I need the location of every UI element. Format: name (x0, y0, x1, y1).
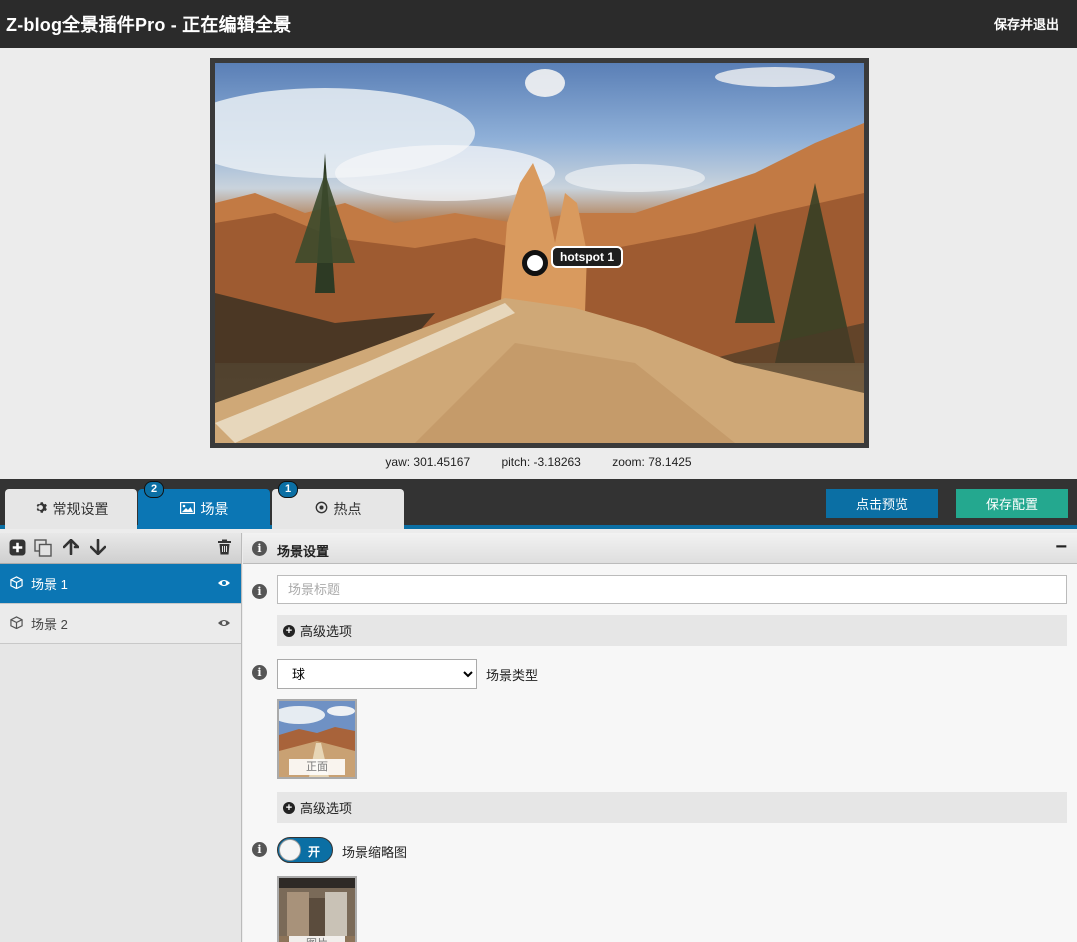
add-scene-icon[interactable] (8, 539, 26, 557)
scene-type-label: 场景类型 (486, 668, 539, 683)
hotspot-marker[interactable] (522, 250, 548, 276)
plus-circle-icon: + (283, 801, 295, 814)
view-coordinates: yaw: 301.45167 pitch: -3.18263 zoom: 78.… (0, 455, 1077, 469)
gear-icon (34, 501, 47, 517)
panorama-image[interactable]: hotspot 1 (215, 63, 864, 443)
save-and-exit-button[interactable]: 保存并退出 (994, 14, 1059, 33)
scene-settings-panel: i 场景设置 − i + 高级选项 i 球 场景类型 正面 + 高级选项 i 开… (243, 533, 1077, 942)
info-icon: i (252, 541, 267, 556)
copy-scene-icon[interactable] (34, 539, 52, 557)
advanced-options-label: 高级选项 (300, 624, 353, 639)
scene-toolbar (0, 533, 241, 564)
thumbnail-caption: 图片 (289, 936, 345, 942)
tab-hotspots[interactable]: 1 热点 (272, 481, 404, 529)
target-icon (315, 501, 328, 517)
image-icon (179, 501, 195, 517)
info-icon: i (252, 584, 267, 599)
tab-label: 场景 (200, 501, 229, 517)
thumbnail-toggle[interactable]: 开 (277, 837, 333, 863)
toggle-knob (279, 839, 301, 861)
pitch-readout: pitch: -3.18263 (501, 455, 581, 469)
advanced-options-toggle[interactable]: + 高级选项 (277, 615, 1067, 646)
tab-label: 热点 (333, 501, 362, 517)
move-down-icon[interactable] (89, 538, 107, 557)
plus-circle-icon: + (283, 624, 295, 637)
zoom-readout: zoom: 78.1425 (612, 455, 692, 469)
scene-list-item-2[interactable]: 场景 2 (0, 604, 241, 644)
page-title: Z-blog全景插件Pro - 正在编辑全景 (6, 15, 292, 35)
front-face-image[interactable]: 正面 (277, 699, 357, 779)
tab-general-settings[interactable]: 常规设置 (5, 489, 137, 529)
tab-scenes[interactable]: 2 场景 (138, 481, 270, 529)
hotspot-count-badge: 1 (278, 481, 298, 498)
thumbnail-image[interactable]: 图片 (277, 876, 357, 942)
toggle-text: 开 (308, 845, 321, 859)
info-icon: i (252, 842, 267, 857)
scene-title-input[interactable] (277, 575, 1067, 604)
preview-button[interactable]: 点击预览 (826, 489, 938, 518)
scene-list-item-1[interactable]: 场景 1 (0, 564, 241, 604)
cube-icon (10, 615, 23, 632)
scene-settings-header[interactable]: i 场景设置 − (243, 533, 1077, 564)
info-icon: i (252, 665, 267, 680)
yaw-readout: yaw: 301.45167 (385, 455, 471, 469)
tab-label: 常规设置 (52, 501, 109, 517)
save-config-button[interactable]: 保存配置 (956, 489, 1068, 518)
collapse-icon[interactable]: − (1055, 536, 1067, 559)
section-title: 场景设置 (277, 544, 330, 559)
eye-icon[interactable] (217, 576, 231, 591)
eye-icon[interactable] (217, 616, 231, 631)
scene-label: 场景 2 (31, 617, 68, 632)
cube-icon (10, 575, 23, 592)
scene-sidebar: 场景 1 场景 2 (0, 533, 242, 942)
trash-icon[interactable] (215, 539, 233, 557)
scene-type-select[interactable]: 球 (277, 659, 477, 689)
advanced-options-toggle-2[interactable]: + 高级选项 (277, 792, 1067, 823)
face-caption: 正面 (289, 759, 345, 775)
thumbnail-art (279, 878, 355, 942)
advanced-options-label: 高级选项 (300, 801, 353, 816)
tab-bar: 常规设置 2 场景 1 热点 点击预览 保存配置 (0, 479, 1077, 529)
top-bar: Z-blog全景插件Pro - 正在编辑全景 保存并退出 (0, 0, 1077, 48)
panorama-viewer[interactable]: hotspot 1 (210, 58, 869, 448)
scene-label: 场景 1 (31, 577, 68, 592)
move-up-icon[interactable] (62, 538, 82, 557)
hotspot-label: hotspot 1 (551, 246, 623, 268)
scene-count-badge: 2 (144, 481, 164, 498)
thumbnail-label: 场景缩略图 (342, 845, 408, 860)
